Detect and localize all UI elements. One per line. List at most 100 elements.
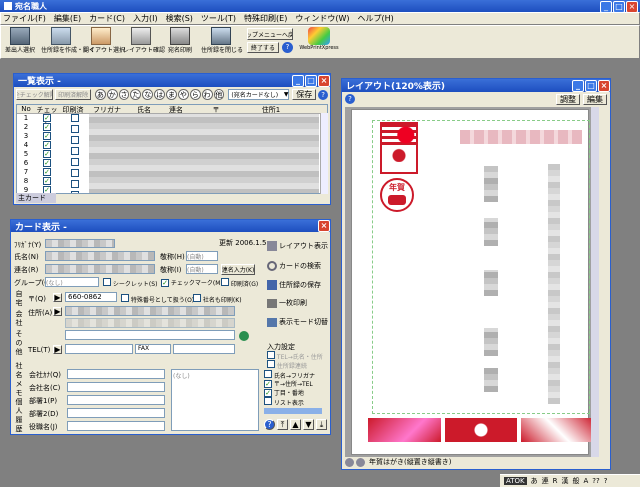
printed-check[interactable]: 印刷済(G) xyxy=(221,278,258,288)
menu-window[interactable]: ウィンドウ(W) xyxy=(295,13,349,24)
kana-na-button[interactable]: な xyxy=(142,89,154,100)
kana-ma-button[interactable]: ま xyxy=(166,89,177,100)
keisho2-select[interactable]: (自動) xyxy=(186,264,218,274)
menu-search[interactable]: 検索(S) xyxy=(166,13,193,24)
fax-select[interactable]: FAX xyxy=(135,344,171,354)
webprint-button[interactable]: WebPrintXpress xyxy=(299,27,339,51)
menu-special-print[interactable]: 特殊印刷(E) xyxy=(244,13,287,24)
col-address[interactable]: 住所1 xyxy=(241,105,301,114)
town-checkbox[interactable]: ✓ xyxy=(264,389,272,397)
address1-field[interactable] xyxy=(65,306,235,316)
menu-edit[interactable]: 編集(E) xyxy=(54,13,81,24)
row-checkbox[interactable]: ✓ xyxy=(43,150,51,158)
kana-ha-button[interactable]: は xyxy=(154,89,166,100)
globe-icon[interactable] xyxy=(239,331,249,341)
menu-card[interactable]: カード(C) xyxy=(89,13,125,24)
top-menu-button[interactable]: トップメニューへ戻る xyxy=(247,28,293,40)
dept1-field[interactable] xyxy=(67,395,165,405)
memo-field[interactable]: (なし) xyxy=(171,369,259,431)
col-zip[interactable]: 〒 xyxy=(191,105,241,114)
table-row[interactable]: 7 xyxy=(17,168,35,177)
col-check[interactable]: チェック xyxy=(35,105,59,124)
ime-mode-r[interactable]: R xyxy=(553,477,558,485)
ime-help[interactable]: ? xyxy=(604,477,608,485)
tab-home[interactable]: 自宅 xyxy=(14,290,24,310)
furigana-field[interactable] xyxy=(45,239,115,248)
kana-wa-button[interactable]: わ xyxy=(201,89,213,100)
ime-mode-kanji[interactable]: 漢 xyxy=(562,476,569,486)
layout-scrollbar[interactable] xyxy=(591,107,599,457)
prev-record-icon[interactable]: ▲ xyxy=(290,419,301,430)
tel-field[interactable] xyxy=(65,344,133,354)
company-name-field[interactable] xyxy=(67,382,165,392)
adjust-button[interactable]: 調整 xyxy=(556,93,580,105)
table-row[interactable]: 4 xyxy=(17,141,35,150)
row-printed-checkbox[interactable] xyxy=(71,136,79,144)
ime-mode-a[interactable]: A xyxy=(584,477,589,485)
kana-ta-button[interactable]: た xyxy=(130,89,142,100)
company-print-check[interactable]: 社名も印刷(K) xyxy=(193,294,242,304)
print-one-button[interactable]: 一枚印刷 xyxy=(267,298,307,308)
auto-kana-checkbox[interactable] xyxy=(267,360,275,368)
display-mode-button[interactable]: 表示モード切替 xyxy=(267,317,328,327)
first-record-icon[interactable]: ⤒ xyxy=(277,419,288,430)
col-no[interactable]: No xyxy=(17,105,35,113)
row-checkbox[interactable]: ✓ xyxy=(43,114,51,122)
table-row[interactable]: 1 xyxy=(17,114,35,123)
card-search-button[interactable]: カードの検索 xyxy=(267,261,321,271)
edit-button[interactable]: 編集 xyxy=(583,93,607,105)
zip-field[interactable]: 660-0862 xyxy=(65,292,117,302)
row-printed-checkbox[interactable] xyxy=(71,147,79,155)
tab-personal[interactable]: 個人 xyxy=(14,398,24,416)
row-checkbox[interactable]: ✓ xyxy=(43,159,51,167)
tab-company[interactable]: 会社 xyxy=(14,310,24,330)
list-display-checkbox[interactable] xyxy=(264,397,272,405)
help-icon[interactable]: ? xyxy=(318,89,328,100)
uncheck-all-button[interactable]: 全チェック解除 xyxy=(16,89,54,100)
tab-other[interactable]: その他 xyxy=(14,330,24,356)
auto-kana-option[interactable]: 住所録連続 xyxy=(267,360,307,370)
ime-tools[interactable]: ?? xyxy=(592,477,599,485)
group-select[interactable]: (なし) xyxy=(45,277,99,287)
row-checkbox[interactable]: ✓ xyxy=(43,123,51,131)
name-kana-checkbox[interactable] xyxy=(264,370,272,378)
row-printed-checkbox[interactable] xyxy=(71,180,79,188)
dept2-field[interactable] xyxy=(67,408,165,418)
checkmark-check[interactable]: ✓ チェックマーク(M) xyxy=(161,278,223,287)
close-icon[interactable]: × xyxy=(598,79,610,92)
address3-field[interactable] xyxy=(65,330,235,340)
address-lookup-button[interactable]: ▶ xyxy=(53,307,62,316)
company-print-checkbox[interactable] xyxy=(193,294,201,302)
exit-button[interactable]: 終了する xyxy=(247,42,279,53)
kana-other-button[interactable]: 他 xyxy=(213,89,225,100)
special-number-checkbox[interactable] xyxy=(121,294,129,302)
checkmark-checkbox[interactable]: ✓ xyxy=(161,279,169,287)
kana-sa-button[interactable]: さ xyxy=(118,89,130,100)
row-checkbox[interactable]: ✓ xyxy=(43,177,51,185)
close-icon[interactable]: × xyxy=(318,220,330,232)
zip-tel-checkbox[interactable]: ✓ xyxy=(264,380,272,388)
row-printed-checkbox[interactable] xyxy=(71,125,79,133)
row-printed-checkbox[interactable] xyxy=(71,169,79,177)
row-checkbox[interactable]: ✓ xyxy=(43,141,51,149)
table-row[interactable]: 3 xyxy=(17,132,35,141)
layout-select-button[interactable]: レイアウト選択 xyxy=(83,27,125,54)
kana-ka-button[interactable]: か xyxy=(106,89,118,100)
sender-select-button[interactable]: 差出人選択 xyxy=(5,27,35,54)
address2-field[interactable] xyxy=(65,318,235,328)
layout-view-button[interactable]: レイアウト表示 xyxy=(267,241,328,251)
open-addressbook-button[interactable]: 住所録を作成・開く xyxy=(41,27,95,54)
list-footer-tab[interactable]: 主カード xyxy=(16,193,56,203)
tel-company-checkbox[interactable] xyxy=(267,351,275,359)
maximize-icon[interactable]: □ xyxy=(305,74,317,87)
kana-ra-button[interactable]: ら xyxy=(189,89,201,100)
printed-clear-button[interactable]: 印刷済解除 xyxy=(55,89,91,100)
table-row[interactable]: 2 xyxy=(17,123,35,132)
row-printed-checkbox[interactable] xyxy=(71,114,79,122)
row-checkbox[interactable]: ✓ xyxy=(43,132,51,140)
last-record-icon[interactable]: ⤓ xyxy=(316,419,327,430)
secret-checkbox[interactable] xyxy=(103,278,111,286)
atok-button[interactable]: ATOK xyxy=(504,477,527,485)
ime-mode-general[interactable]: 般 xyxy=(573,476,580,486)
special-number-check[interactable]: 特殊番号として扱う(O) xyxy=(121,294,194,304)
